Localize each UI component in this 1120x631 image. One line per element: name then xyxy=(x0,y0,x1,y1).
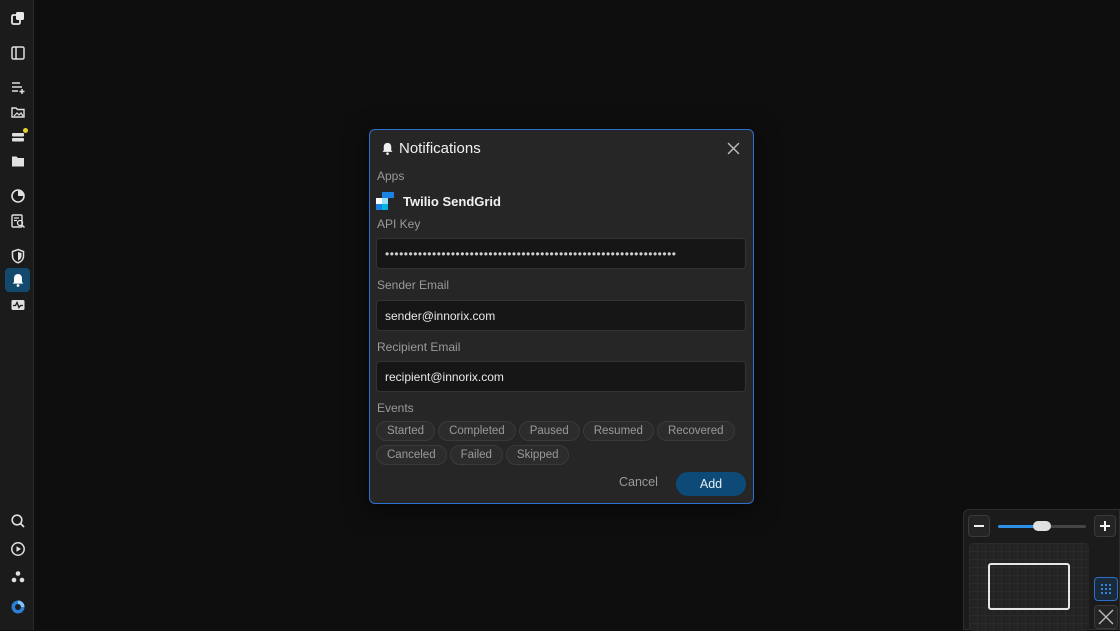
sidebar-item-panel[interactable] xyxy=(5,41,30,65)
event-chip-canceled[interactable]: Canceled xyxy=(376,445,447,465)
close-icon xyxy=(1098,609,1114,625)
add-button[interactable]: Add xyxy=(676,472,746,496)
sidebar-item-files[interactable] xyxy=(5,149,30,173)
grid-dots-icon xyxy=(1100,583,1112,595)
events-row-1: Started Completed Paused Resumed Recover… xyxy=(376,421,746,441)
logo-icon xyxy=(10,12,24,25)
sidebar-item-notifications[interactable] xyxy=(5,268,30,292)
event-chip-failed[interactable]: Failed xyxy=(449,445,503,465)
bell-icon xyxy=(382,142,393,155)
app-name: Twilio SendGrid xyxy=(403,193,501,209)
sidebar-item-reports[interactable] xyxy=(5,209,30,233)
search-icon xyxy=(10,514,25,528)
recipient-email-label: Recipient Email xyxy=(377,340,461,354)
report-search-icon xyxy=(10,214,25,228)
app-selector[interactable]: Twilio SendGrid xyxy=(376,192,501,210)
zoom-out-button[interactable] xyxy=(968,515,990,537)
sidebar-item-flows[interactable] xyxy=(5,75,30,99)
image-folder-icon xyxy=(10,107,25,118)
grid-toggle-button[interactable] xyxy=(1094,577,1118,601)
sidebar-item-servers[interactable] xyxy=(5,125,30,149)
sendgrid-logo-icon xyxy=(376,192,394,210)
minimap[interactable] xyxy=(969,543,1089,631)
close-icon xyxy=(727,142,739,154)
sender-email-field[interactable]: sender@innorix.com xyxy=(376,300,746,331)
minimap-close-button[interactable] xyxy=(1094,605,1118,629)
zoom-panel xyxy=(963,509,1120,631)
zoom-in-button[interactable] xyxy=(1094,515,1116,537)
minimap-viewport[interactable] xyxy=(988,563,1070,610)
dialog-title: Notifications xyxy=(399,139,481,157)
sidebar-item-assets[interactable] xyxy=(5,100,30,124)
pie-chart-icon xyxy=(10,189,25,203)
bell-icon xyxy=(12,274,23,287)
events-row-2: Canceled Failed Skipped xyxy=(376,445,746,465)
play-circle-icon xyxy=(10,542,25,556)
minus-icon xyxy=(974,525,984,527)
list-add-icon xyxy=(11,82,24,94)
event-chip-resumed[interactable]: Resumed xyxy=(582,421,654,441)
sidebar-item-security[interactable] xyxy=(5,244,30,268)
sidebar-item-community[interactable] xyxy=(5,565,30,589)
event-chip-paused[interactable]: Paused xyxy=(518,421,580,441)
shield-icon xyxy=(11,248,24,264)
sidebar-item-monitoring[interactable] xyxy=(5,293,30,317)
event-chip-completed[interactable]: Completed xyxy=(438,421,516,441)
sender-email-label: Sender Email xyxy=(377,278,450,292)
status-badge xyxy=(23,128,28,133)
event-chip-recovered[interactable]: Recovered xyxy=(656,421,735,441)
close-button[interactable] xyxy=(723,138,743,158)
sidebar-item-search[interactable] xyxy=(5,509,30,533)
pulse-icon xyxy=(11,300,24,310)
recipient-email-field[interactable]: recipient@innorix.com xyxy=(376,361,746,392)
cancel-button[interactable]: Cancel xyxy=(613,471,664,493)
zoom-slider[interactable] xyxy=(998,521,1086,531)
sidebar-logo[interactable] xyxy=(5,6,30,30)
notifications-dialog: Notifications Apps Twilio SendGrid API K… xyxy=(369,129,754,504)
event-chip-skipped[interactable]: Skipped xyxy=(505,445,570,465)
api-key-label: API Key xyxy=(377,217,421,231)
sidebar xyxy=(0,0,34,630)
sidebar-item-run[interactable] xyxy=(5,537,30,561)
events-label: Events xyxy=(377,401,414,415)
api-key-field[interactable]: ••••••••••••••••••••••••••••••••••••••••… xyxy=(376,238,746,269)
plus-icon xyxy=(1100,521,1110,531)
sidebar-item-account[interactable] xyxy=(5,595,30,619)
panel-toggle-icon xyxy=(10,46,25,60)
folder-icon xyxy=(11,156,24,167)
account-icon xyxy=(11,600,24,614)
zoom-slider-thumb[interactable] xyxy=(1033,521,1051,531)
dialog-header: Notifications xyxy=(380,138,745,158)
sidebar-item-analytics[interactable] xyxy=(5,184,30,208)
community-icon xyxy=(11,571,24,583)
event-chip-started[interactable]: Started xyxy=(376,421,436,441)
apps-label: Apps xyxy=(377,169,405,183)
